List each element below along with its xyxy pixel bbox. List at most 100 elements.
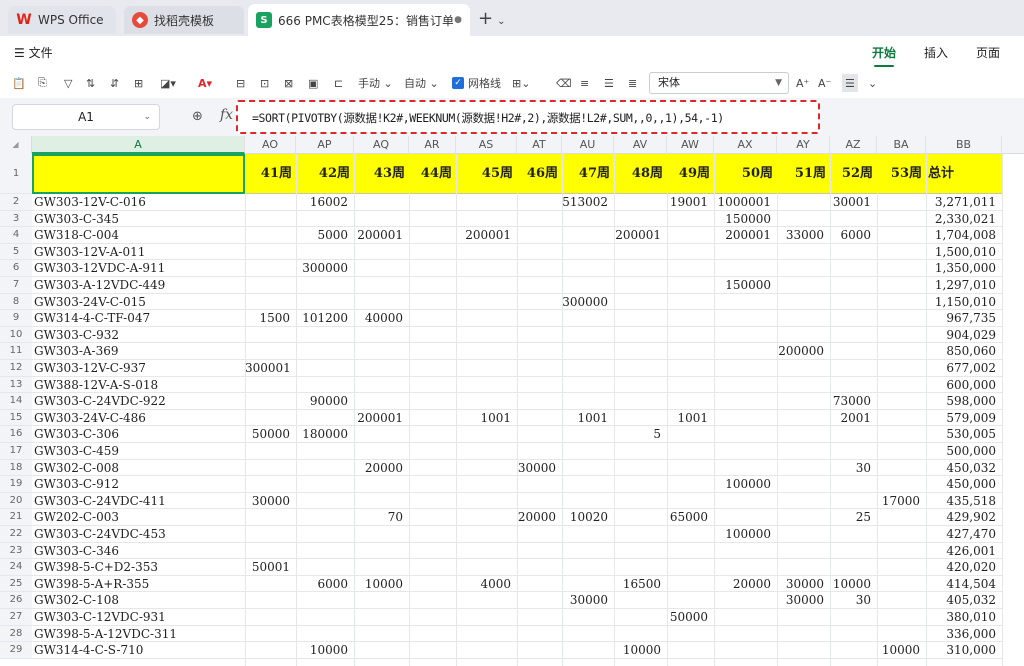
table-cell[interactable]: 6000 <box>830 227 877 244</box>
table-cell[interactable] <box>456 509 517 526</box>
row-number[interactable]: 13 <box>0 376 32 394</box>
table-cell[interactable] <box>296 327 354 344</box>
table-cell[interactable] <box>456 592 517 609</box>
table-cell[interactable] <box>354 244 409 261</box>
table-cell[interactable] <box>562 244 614 261</box>
table-cell[interactable] <box>714 294 777 311</box>
column-header-a[interactable]: A <box>32 136 245 154</box>
table-cell[interactable] <box>456 559 517 576</box>
table-cell[interactable] <box>409 559 456 576</box>
table-cell[interactable] <box>245 410 296 427</box>
table-cell[interactable] <box>667 460 714 477</box>
table-cell[interactable]: GW303-C-459 <box>34 443 245 460</box>
table-cell[interactable] <box>517 227 562 244</box>
table-cell[interactable] <box>517 543 562 560</box>
table-cell[interactable] <box>354 609 409 626</box>
column-header-au[interactable]: AU <box>562 136 614 154</box>
table-cell[interactable] <box>714 559 777 576</box>
table-cell[interactable] <box>830 626 877 643</box>
table-cell[interactable] <box>517 294 562 311</box>
row-number[interactable]: 8 <box>0 293 32 311</box>
table-cell[interactable] <box>296 360 354 377</box>
table-cell[interactable] <box>562 426 614 443</box>
table-cell[interactable] <box>409 227 456 244</box>
table-cell[interactable] <box>877 244 926 261</box>
table-cell[interactable] <box>409 509 456 526</box>
table-cell[interactable]: 310,000 <box>926 642 1002 659</box>
table-cell[interactable] <box>296 443 354 460</box>
table-cell[interactable] <box>562 360 614 377</box>
table-cell[interactable] <box>409 211 456 228</box>
table-cell[interactable]: GW303-C-346 <box>34 543 245 560</box>
table-cell[interactable] <box>667 227 714 244</box>
table-cell[interactable]: 19001 <box>667 194 714 211</box>
table-cell[interactable] <box>456 476 517 493</box>
column-header-av[interactable]: AV <box>614 136 667 154</box>
table-cell[interactable]: GW303-C-912 <box>34 476 245 493</box>
table-cell[interactable] <box>354 526 409 543</box>
table-cell[interactable] <box>354 642 409 659</box>
table-cell[interactable] <box>517 310 562 327</box>
table-cell[interactable]: 16002 <box>296 194 354 211</box>
table-cell[interactable] <box>296 559 354 576</box>
auto-sum-button[interactable]: 自动 ⌄ <box>404 74 439 92</box>
table-cell[interactable] <box>296 410 354 427</box>
table-cell[interactable] <box>777 526 830 543</box>
table-cell[interactable] <box>777 194 830 211</box>
table-cell[interactable] <box>877 310 926 327</box>
table-cell[interactable] <box>714 310 777 327</box>
table-cell[interactable] <box>777 543 830 560</box>
increase-font-icon[interactable]: A⁺ <box>796 74 809 92</box>
table-cell[interactable]: 50000 <box>667 609 714 626</box>
table-cell[interactable] <box>877 526 926 543</box>
fx-icon[interactable]: fx <box>220 107 233 123</box>
table-cell[interactable] <box>245 194 296 211</box>
table-cell[interactable] <box>562 609 614 626</box>
table-cell[interactable] <box>354 443 409 460</box>
header-cell[interactable]: 46周 <box>517 154 562 194</box>
table-cell[interactable] <box>517 426 562 443</box>
table-cell[interactable] <box>667 626 714 643</box>
table-cell[interactable] <box>245 377 296 394</box>
table-cell[interactable] <box>877 626 926 643</box>
table-cell[interactable]: GW314-4-C-TF-047 <box>34 310 245 327</box>
table-cell[interactable] <box>562 377 614 394</box>
table-cell[interactable]: 10000 <box>877 642 926 659</box>
table-cell[interactable] <box>354 393 409 410</box>
font-color-icon[interactable]: A▾ <box>198 74 212 92</box>
manual-calc-button[interactable]: 手动 ⌄ <box>358 74 393 92</box>
table-cell[interactable] <box>777 443 830 460</box>
table-cell[interactable] <box>517 377 562 394</box>
table-cell[interactable] <box>354 626 409 643</box>
table-cell[interactable] <box>409 493 456 510</box>
table-cell[interactable]: GW303-24V-C-486 <box>34 410 245 427</box>
table-cell[interactable] <box>614 559 667 576</box>
justify-icon[interactable]: ☰ <box>842 74 858 92</box>
table-cell[interactable]: GW303-12V-C-937 <box>34 360 245 377</box>
table-cell[interactable]: GW303-A-369 <box>34 343 245 360</box>
table-cell[interactable] <box>409 360 456 377</box>
table-cell[interactable] <box>245 609 296 626</box>
table-cell[interactable] <box>456 543 517 560</box>
table-cell[interactable] <box>877 426 926 443</box>
table-cell[interactable] <box>354 592 409 609</box>
table-cell[interactable]: 30001 <box>830 194 877 211</box>
table-cell[interactable] <box>245 642 296 659</box>
table-cell[interactable] <box>667 426 714 443</box>
table-cell[interactable] <box>245 227 296 244</box>
table-cell[interactable] <box>830 476 877 493</box>
table-cell[interactable] <box>296 211 354 228</box>
table-cell[interactable] <box>714 493 777 510</box>
table-cell[interactable] <box>877 609 926 626</box>
table-cell[interactable] <box>562 260 614 277</box>
table-cell[interactable] <box>456 343 517 360</box>
table-cell[interactable] <box>456 493 517 510</box>
table-cell[interactable] <box>517 443 562 460</box>
tab-templates[interactable]: ◆ 找稻壳模板 <box>124 6 244 34</box>
row-number[interactable]: 2 <box>0 194 32 211</box>
table-cell[interactable] <box>562 476 614 493</box>
table-cell[interactable] <box>830 360 877 377</box>
table-cell[interactable]: GW303-12V-A-011 <box>34 244 245 261</box>
table-cell[interactable] <box>245 509 296 526</box>
table-cell[interactable] <box>777 426 830 443</box>
